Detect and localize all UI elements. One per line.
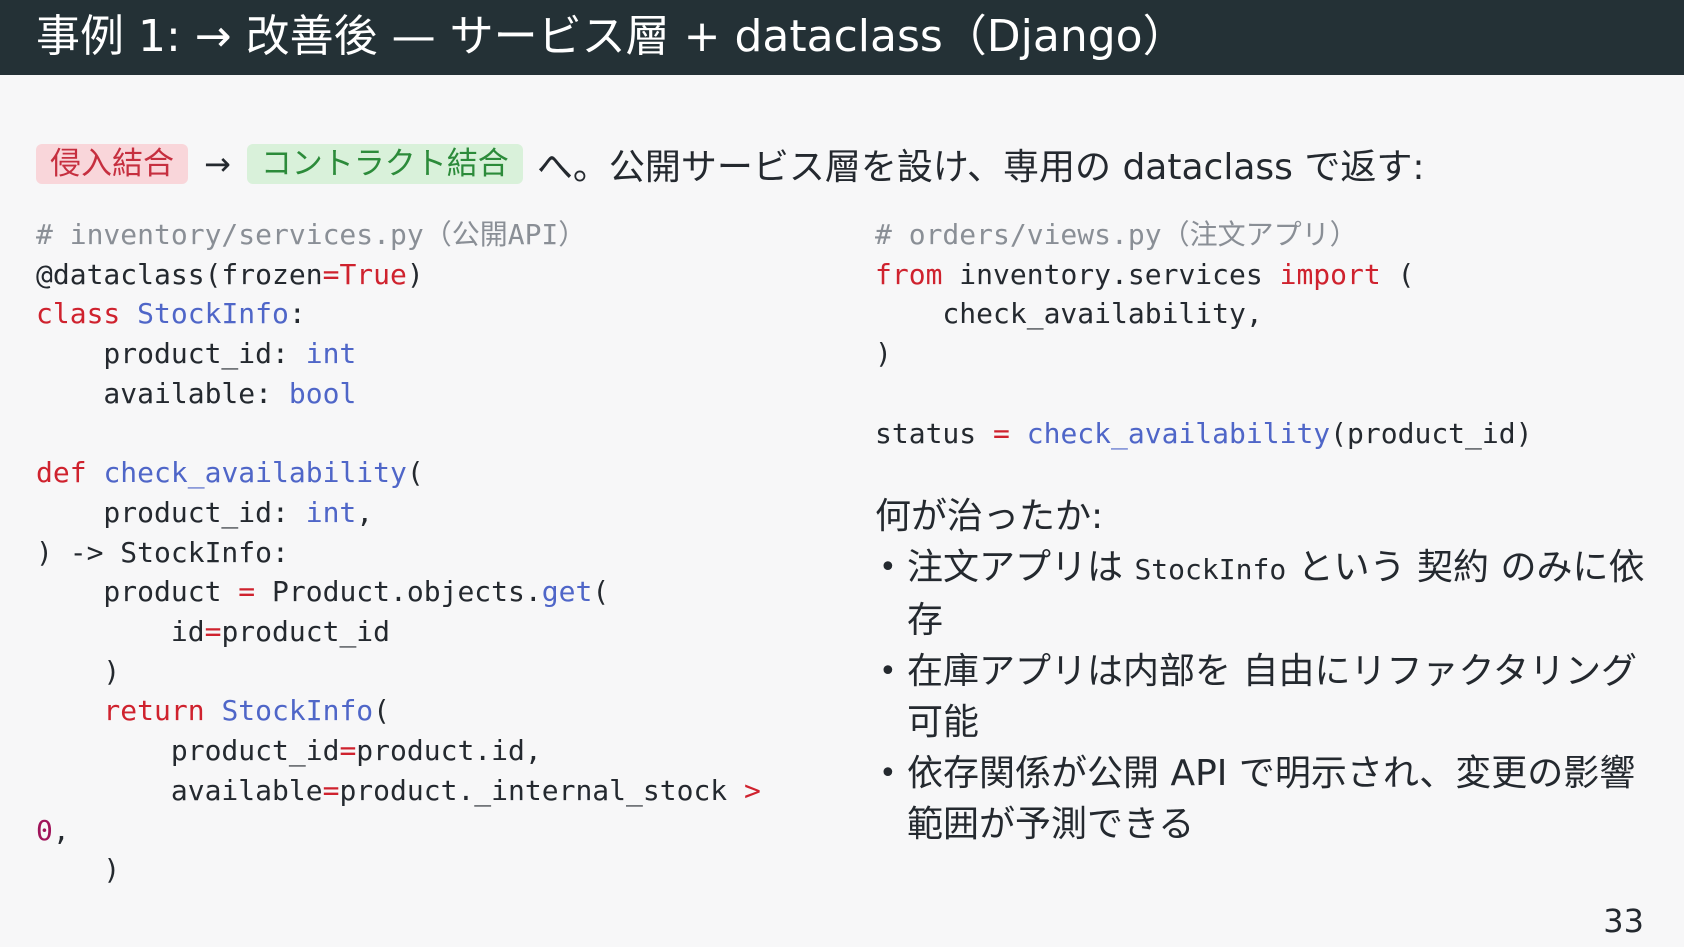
code-token: inventory.services: [942, 257, 1280, 291]
list-item: 在庫アプリは内部を 自由にリファクタリング可能: [875, 646, 1645, 748]
code-token: product_id: [221, 615, 391, 649]
code-type: bool: [288, 376, 357, 410]
list-item: 注文アプリは StockInfo という 契約 のみに依存: [875, 542, 1645, 646]
code-token: @dataclass(frozen: [36, 257, 323, 291]
code-keyword: def: [36, 456, 87, 490]
badge-intrusive-coupling: 侵入結合: [36, 144, 188, 184]
code-token: Product.objects.: [255, 575, 542, 609]
code-operator: =: [993, 416, 1010, 450]
code-operator: =: [339, 734, 357, 768]
code-token: product: [36, 575, 239, 609]
code-token: ): [36, 853, 121, 887]
list-item-text: 在庫アプリは内部を 自由にリファクタリング可能: [907, 651, 1638, 743]
code-token: ) -> StockInfo:: [36, 535, 289, 569]
code-keyword: class: [36, 297, 121, 331]
code-token: ): [36, 654, 121, 688]
code-token: ,: [356, 495, 374, 529]
slide-title: 事例 1: → 改善後 — サービス層 + dataclass（Django）: [36, 11, 1187, 62]
code-function-name: check_availability: [1026, 416, 1331, 450]
code-token: available: [36, 773, 323, 807]
code-type: int: [305, 495, 357, 529]
code-token: product.id,: [356, 734, 542, 768]
code-operator: >: [744, 773, 761, 807]
inline-code: StockInfo: [1134, 553, 1287, 586]
list-item-text: 注文アプリは: [907, 547, 1135, 588]
code-token: id: [36, 615, 205, 649]
code-token: :: [288, 297, 306, 331]
code-type: int: [305, 337, 357, 371]
arrow-icon: →: [204, 145, 231, 183]
code-token: status: [875, 416, 994, 450]
code-token: ): [406, 257, 424, 291]
code-token: product_id:: [36, 337, 306, 371]
code-function-name: check_availability: [103, 456, 407, 490]
code-comment: # orders/views.py（注文アプリ）: [875, 218, 1358, 251]
benefit-list: 注文アプリは StockInfo という 契約 のみに依存 在庫アプリは内部を …: [875, 542, 1645, 850]
code-block-services: # inventory/services.py（公開API） @dataclas…: [36, 215, 761, 890]
page-number: 33: [1603, 902, 1644, 940]
code-token: product_id:: [36, 495, 306, 529]
code-token: product._internal_stock: [339, 773, 745, 807]
code-token: product_id: [36, 734, 340, 768]
code-operator: =: [238, 575, 256, 609]
code-class-name: StockInfo: [137, 297, 289, 331]
code-operator: =: [322, 257, 340, 291]
code-comment: # inventory/services.py（公開API）: [36, 218, 587, 251]
code-operator: =: [322, 773, 340, 807]
code-token: available:: [36, 376, 289, 410]
code-keyword: from: [875, 257, 943, 291]
code-keyword: True: [339, 257, 407, 291]
code-number: 0: [36, 813, 53, 847]
code-keyword: import: [1279, 257, 1381, 291]
code-keyword: return: [36, 694, 205, 728]
list-item-text: 依存関係が公開 API で明示され、変更の影響範囲が予測できる: [907, 753, 1636, 845]
code-block-views: # orders/views.py（注文アプリ） from inventory.…: [875, 215, 1532, 453]
badge-contract-coupling: コントラクト結合: [246, 144, 523, 184]
title-bar: 事例 1: → 改善後 — サービス層 + dataclass（Django）: [0, 0, 1684, 75]
list-item: 依存関係が公開 API で明示され、変更の影響範囲が予測できる: [875, 748, 1645, 850]
code-token: (: [373, 694, 391, 728]
code-token: (product_id): [1330, 416, 1533, 450]
answer-heading: 何が治ったか:: [875, 496, 1104, 537]
intro-text: へ。公開サービス層を設け、専用の dataclass で返す:: [536, 147, 1425, 188]
code-token: (: [406, 456, 424, 490]
code-method: get: [541, 575, 593, 609]
code-token: check_availability,: [875, 297, 1263, 331]
code-class-name: StockInfo: [221, 694, 374, 728]
intro-line: 侵入結合 → コントラクト結合 へ。公開サービス層を設け、専用の datacla…: [36, 140, 1424, 188]
code-token: (: [1380, 257, 1415, 291]
code-operator: =: [204, 615, 222, 649]
code-token: ): [875, 337, 892, 371]
code-token: ,: [52, 813, 70, 847]
code-token: (: [592, 575, 610, 609]
